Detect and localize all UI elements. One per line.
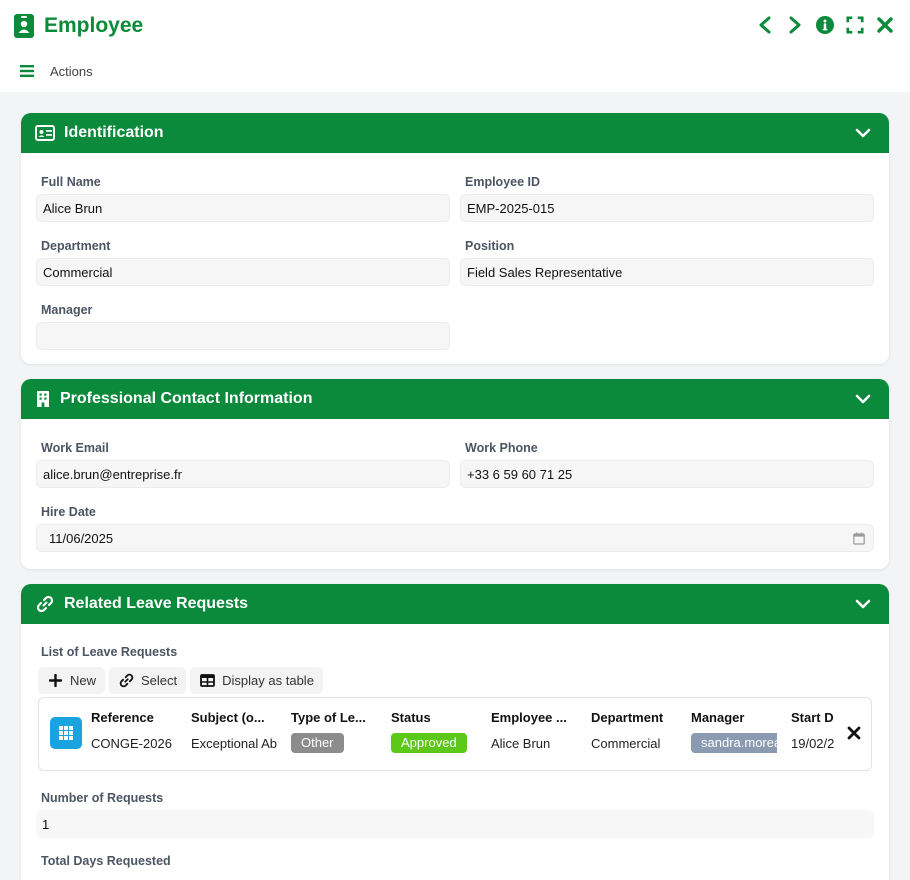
column-subject: Subject (o... Exceptional Ab: [191, 710, 277, 754]
type-badge: Other: [291, 733, 344, 753]
num-requests-field[interactable]: 1: [36, 810, 874, 838]
actions-menu[interactable]: Actions: [20, 64, 93, 79]
column-type: Type of Le... Other: [291, 710, 383, 753]
hire-date-label: Hire Date: [41, 505, 96, 519]
identification-header[interactable]: Identification: [21, 113, 889, 153]
hamburger-icon[interactable]: [20, 64, 36, 79]
column-department: Department Commercial: [591, 710, 683, 754]
work-phone-label: Work Phone: [465, 441, 538, 455]
column-header: Type of Le...: [291, 710, 366, 725]
column-header: Employee ...: [491, 710, 567, 725]
manager-field[interactable]: [36, 322, 450, 350]
work-phone-field[interactable]: +33 6 59 60 71 25: [460, 460, 874, 488]
column-header: Department: [591, 710, 664, 725]
identification-panel: Identification Full Name Alice Brun Empl…: [21, 113, 889, 364]
top-bar: Employee Actions: [0, 0, 910, 92]
leave-requests-title: Related Leave Requests: [64, 595, 249, 612]
department-value: Commercial: [591, 736, 661, 751]
remove-record-icon[interactable]: [847, 726, 863, 742]
building-icon: [35, 389, 51, 409]
select-button[interactable]: Select: [109, 667, 187, 694]
chevron-down-icon[interactable]: [855, 391, 871, 407]
contact-title: Professional Contact Information: [60, 390, 313, 407]
hire-date-field[interactable]: 11/06/2025: [36, 524, 874, 552]
new-button[interactable]: New: [38, 667, 106, 694]
fullscreen-icon[interactable]: [846, 14, 864, 36]
chevron-down-icon[interactable]: [855, 596, 871, 612]
contact-header[interactable]: Professional Contact Information: [21, 379, 889, 419]
start-date-value: 19/02/2: [791, 736, 835, 751]
page-title: Employee: [44, 14, 144, 37]
column-header: Manager: [691, 710, 745, 725]
column-status: Status Approved: [391, 710, 483, 753]
employee-id-field[interactable]: EMP-2025-015: [460, 194, 874, 222]
contact-panel: Professional Contact Information Work Em…: [21, 379, 889, 569]
column-reference: Reference CONGE-2026: [91, 710, 177, 754]
leave-toolbar: New Select Display as table: [38, 667, 323, 694]
manager-tag: sandra.moreau: [691, 733, 777, 753]
info-icon[interactable]: [816, 14, 834, 36]
column-start-date: Start D 19/02/2: [791, 710, 836, 754]
column-header: Start D: [791, 710, 834, 725]
id-card-icon: [35, 123, 55, 143]
column-header: Subject (o...: [191, 710, 265, 725]
column-header: Reference: [91, 710, 154, 725]
column-employee: Employee ... Alice Brun: [491, 710, 583, 754]
leave-list-label: List of Leave Requests: [41, 645, 178, 659]
plus-icon: [47, 673, 63, 689]
employee-value: Alice Brun: [491, 736, 551, 751]
total-days-label: Total Days Requested: [41, 854, 171, 868]
window-controls: [756, 14, 894, 36]
previous-icon[interactable]: [756, 14, 774, 36]
calendar-icon[interactable]: [853, 532, 865, 545]
select-button-label: Select: [141, 673, 178, 688]
leave-requests-header[interactable]: Related Leave Requests: [21, 584, 889, 624]
department-field[interactable]: Commercial: [36, 258, 450, 286]
chevron-down-icon[interactable]: [855, 125, 871, 141]
position-field[interactable]: Field Sales Representative: [460, 258, 874, 286]
leave-record-card[interactable]: Reference CONGE-2026 Subject (o... Excep…: [38, 697, 872, 771]
manager-label: Manager: [41, 303, 93, 317]
full-name-label: Full Name: [41, 175, 101, 189]
display-table-button[interactable]: Display as table: [190, 667, 323, 694]
grid-icon[interactable]: [50, 717, 82, 749]
full-name-field[interactable]: Alice Brun: [36, 194, 450, 222]
position-label: Position: [465, 239, 515, 253]
department-label: Department: [41, 239, 111, 253]
column-header: Status: [391, 710, 431, 725]
link-icon: [35, 594, 55, 614]
leave-requests-body: List of Leave Requests New Select Displa…: [21, 624, 889, 880]
work-email-field[interactable]: alice.brun@entreprise.fr: [36, 460, 450, 488]
employee-badge-icon: [14, 13, 34, 39]
display-table-label: Display as table: [222, 673, 314, 688]
new-button-label: New: [70, 673, 97, 688]
leave-requests-panel: Related Leave Requests List of Leave Req…: [21, 584, 889, 880]
close-icon[interactable]: [876, 14, 894, 36]
next-icon[interactable]: [786, 14, 804, 36]
identification-title: Identification: [64, 124, 164, 141]
status-badge: Approved: [391, 733, 467, 753]
reference-value: CONGE-2026: [91, 736, 172, 751]
subject-value: Exceptional Ab: [191, 736, 277, 751]
title-row: Employee: [14, 12, 143, 40]
employee-id-label: Employee ID: [465, 175, 541, 189]
num-requests-label: Number of Requests: [41, 791, 164, 805]
table-icon: [199, 673, 215, 689]
column-manager: Manager sandra.moreau: [691, 710, 777, 753]
link-icon: [118, 673, 134, 689]
actions-label: Actions: [50, 64, 93, 79]
hire-date-value: 11/06/2025: [49, 530, 114, 546]
work-email-label: Work Email: [41, 441, 109, 455]
